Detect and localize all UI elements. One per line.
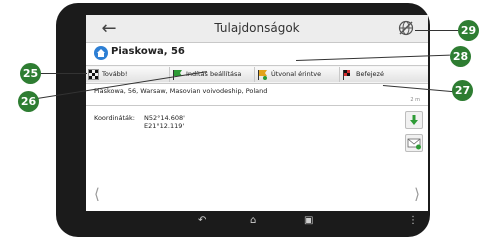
route-touched-label: Útvonal érintve [271,70,322,78]
coordinates-value: N52°14.608' E21°12.119' [144,114,185,130]
app-screen: ← Tulajdonságok Piaskowa, 56 Tovább! Ind… [86,15,428,211]
place-header: Piaskowa, 56 [86,43,428,64]
latitude-value: N52°14.608' [144,114,185,122]
download-button[interactable] [405,111,423,129]
callout-28: 28 [450,46,471,67]
finish-flag-icon [342,69,353,80]
route-touched-button[interactable]: Útvonal érintve [255,67,340,82]
divider [86,105,428,106]
download-icon [410,115,418,125]
recent-apps-icon[interactable]: ▣ [304,215,313,226]
page-indicator [197,200,322,206]
home-icon [94,46,108,60]
mail-icon [407,138,421,150]
place-name: Piaskowa, 56 [111,46,185,57]
address-text: Piaskowa, 56, Warsaw, Masovian voivodesh… [94,87,268,95]
home-softkey-icon[interactable]: ⌂ [250,215,256,226]
android-navigation-bar: ↶ ⌂ ▣ ⋮ [86,211,428,233]
finish-label: Befejezé [356,70,384,78]
route-flag-icon [257,69,268,80]
distance-text: 2 m [410,97,420,103]
callout-25: 25 [20,63,41,84]
title-bar: ← Tulajdonságok [86,15,428,43]
send-mail-button[interactable] [405,134,423,152]
back-softkey-icon[interactable]: ↶ [198,215,206,226]
menu-softkey-icon[interactable]: ⋮ [408,215,418,226]
callout-29: 29 [458,20,479,41]
callout-26: 26 [18,91,39,112]
next-page-chevron-icon[interactable]: ⟩ [414,185,420,203]
previous-page-chevron-icon[interactable]: ⟨ [94,185,100,203]
callout-27: 27 [452,80,473,101]
longitude-value: E21°12.119' [144,122,185,130]
checkered-flag-icon [88,69,99,80]
globe-off-icon[interactable] [398,20,414,36]
coordinates-label: Koordináták: [94,114,135,122]
continue-label: Tovább! [102,70,128,78]
finish-button[interactable]: Befejezé [340,67,428,82]
page-title: Tulajdonságok [214,21,300,35]
callout-25-line [41,73,87,74]
callout-29-line [415,30,458,31]
set-start-label: Indítás beállítása [186,70,242,78]
